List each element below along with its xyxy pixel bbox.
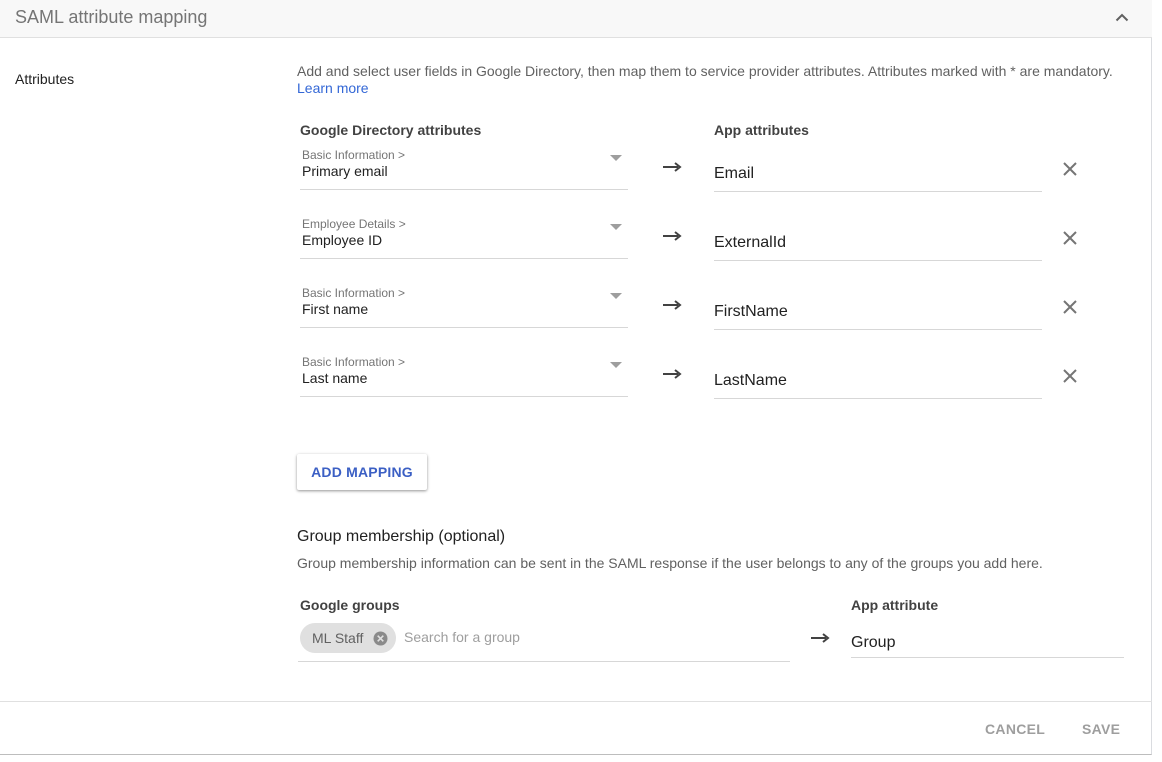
description-text: Add and select user fields in Google Dir… — [297, 63, 1113, 79]
group-app-attribute-value: Group — [851, 634, 896, 651]
directory-attribute-select[interactable]: Basic Information > Primary email — [300, 146, 628, 190]
directory-attribute-select[interactable]: Basic Information > First name — [300, 284, 628, 328]
directory-attribute-select[interactable]: Employee Details > Employee ID — [300, 215, 628, 259]
learn-more-link[interactable]: Learn more — [297, 80, 369, 96]
app-attributes-header: App attributes — [714, 122, 809, 138]
app-attribute-value: FirstName — [714, 303, 788, 320]
mapping-row: Employee Details > Employee ID ExternalI… — [0, 215, 1152, 275]
dropdown-caret-icon — [610, 293, 622, 299]
attribute-field: First name — [302, 301, 369, 317]
attribute-field: Employee ID — [302, 232, 383, 248]
app-attribute-header: App attribute — [851, 597, 939, 613]
attribute-category: Employee Details > — [302, 217, 406, 231]
panel-title: SAML attribute mapping — [15, 7, 208, 27]
saml-mapping-panel: SAML attribute mapping Attributes Add an… — [0, 0, 1152, 755]
close-icon[interactable] — [1061, 298, 1079, 316]
attribute-category: Basic Information > — [302, 148, 406, 162]
mapping-row: Basic Information > First name FirstName — [0, 284, 1152, 344]
save-button[interactable]: SAVE — [1082, 721, 1120, 737]
attribute-category: Basic Information > — [302, 355, 406, 369]
attributes-description: Add and select user fields in Google Dir… — [297, 63, 1137, 97]
group-membership-description: Group membership information can be sent… — [297, 555, 1043, 571]
panel-footer: CANCEL SAVE — [0, 701, 1152, 755]
google-groups-header: Google groups — [300, 597, 400, 613]
app-attribute-value: ExternalId — [714, 234, 787, 251]
dropdown-caret-icon — [610, 362, 622, 368]
directory-attributes-header: Google Directory attributes — [300, 122, 482, 138]
app-attribute-input[interactable]: Email — [714, 146, 1042, 192]
dropdown-caret-icon — [610, 224, 622, 230]
app-attribute-input[interactable]: FirstName — [714, 284, 1042, 330]
attribute-field: Primary email — [302, 163, 388, 179]
google-groups-field[interactable]: ML Staff — [298, 620, 790, 662]
panel-header[interactable]: SAML attribute mapping — [0, 0, 1152, 38]
arrow-right-icon — [663, 231, 682, 241]
app-attribute-input[interactable]: LastName — [714, 353, 1042, 399]
section-label-attributes: Attributes — [15, 71, 75, 87]
attribute-category: Basic Information > — [302, 286, 406, 300]
app-attribute-value: LastName — [714, 372, 787, 389]
close-icon[interactable] — [1061, 160, 1079, 178]
group-search-input[interactable] — [404, 629, 774, 645]
add-mapping-button[interactable]: ADD MAPPING — [297, 454, 427, 490]
directory-attribute-select[interactable]: Basic Information > Last name — [300, 353, 628, 397]
arrow-right-icon — [663, 369, 682, 379]
close-icon[interactable] — [1061, 229, 1079, 247]
arrow-right-icon — [811, 633, 830, 643]
app-attribute-input[interactable]: ExternalId — [714, 215, 1042, 261]
mapping-row: Basic Information > Last name LastName — [0, 353, 1152, 413]
group-app-attribute-input[interactable]: Group — [851, 614, 1124, 658]
cancel-button[interactable]: CANCEL — [985, 721, 1045, 737]
chevron-up-icon[interactable] — [1110, 6, 1134, 30]
remove-circle-icon[interactable] — [373, 631, 388, 646]
group-chip[interactable]: ML Staff — [300, 623, 396, 653]
group-chip-label: ML Staff — [312, 630, 364, 646]
arrow-right-icon — [663, 300, 682, 310]
group-membership-title: Group membership (optional) — [297, 528, 506, 545]
arrow-right-icon — [663, 162, 682, 172]
mapping-row: Basic Information > Primary email Email — [0, 146, 1152, 206]
dropdown-caret-icon — [610, 155, 622, 161]
attribute-field: Last name — [302, 370, 368, 386]
close-icon[interactable] — [1061, 367, 1079, 385]
app-attribute-value: Email — [714, 165, 755, 182]
